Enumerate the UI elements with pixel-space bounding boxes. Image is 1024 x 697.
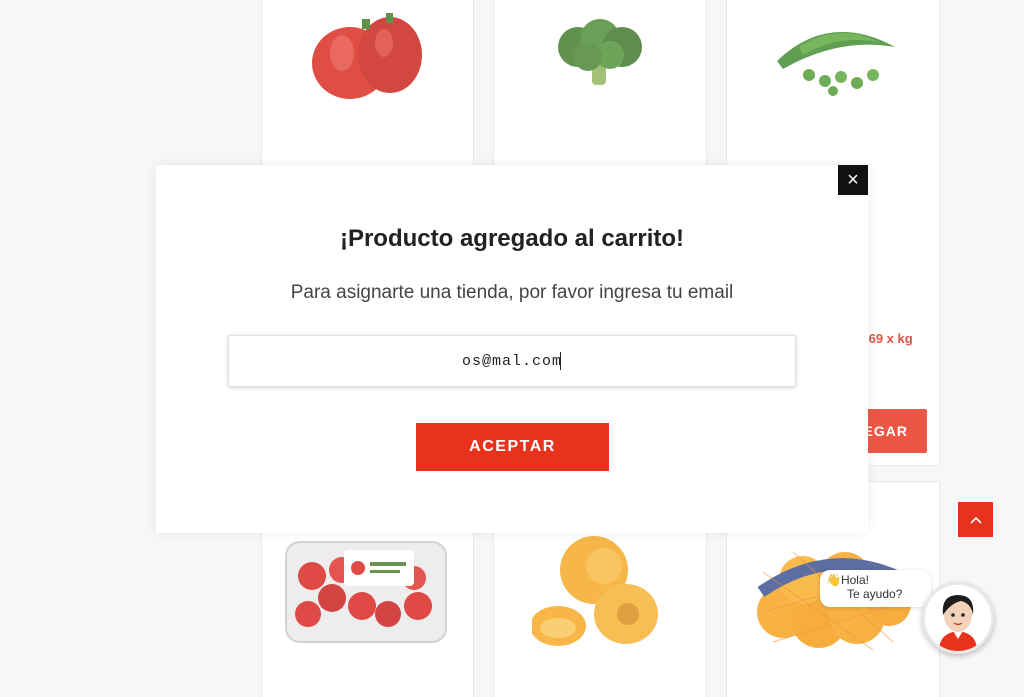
wave-icon: 👋 [826,573,841,587]
chat-greeting-bubble[interactable]: 👋Hola! Te ayudo? [820,570,931,607]
scroll-top-button[interactable] [958,502,993,537]
assistant-avatar-icon [925,585,991,651]
chat-offer: Te ayudo? [847,587,903,601]
chevron-up-icon [969,516,982,524]
accept-button[interactable]: ACEPTAR [416,423,609,471]
close-button[interactable]: × [838,165,868,195]
email-input[interactable] [228,335,796,387]
text-caret [560,352,561,370]
cart-added-modal: × ¡Producto agregado al carrito! Para as… [156,165,868,533]
modal-title: ¡Producto agregado al carrito! [339,225,685,252]
modal-subtitle: Para asignarte una tienda, por favor ing… [290,282,734,303]
chat-greeting: 👋Hola! [826,573,869,587]
chat-avatar-button[interactable] [922,582,994,654]
close-icon[interactable]: × [847,169,859,191]
chat-greeting-text: Hola! [840,573,869,587]
